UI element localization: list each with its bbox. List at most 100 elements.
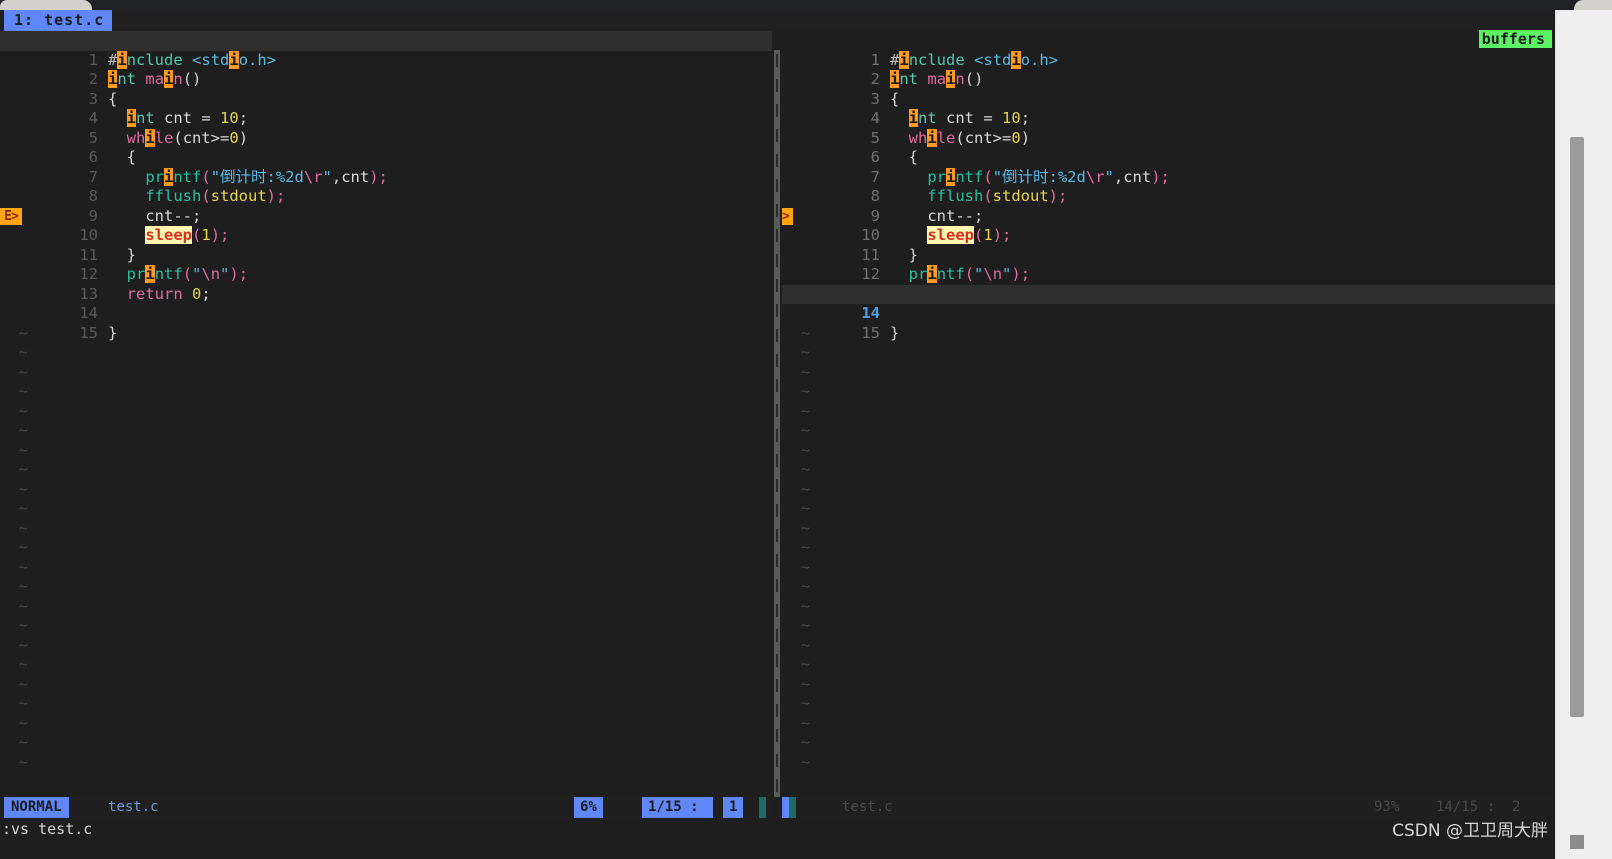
empty-line-marker: ~ (782, 636, 1556, 656)
empty-line-marker: ~ (0, 733, 772, 753)
code-line[interactable]: 7 printf("倒计时:%2d\r",cnt); (0, 148, 772, 186)
empty-line-marker: ~ (782, 753, 1556, 773)
empty-line-marker: ~ (0, 655, 772, 675)
code-line[interactable]: 5 while(cnt>=0) (782, 109, 1556, 147)
tilde-glyph: ~ (800, 557, 810, 576)
editor-pane-left[interactable]: 1 #include <stdio.h> 2 int main() 3{ 4 int… (0, 31, 772, 797)
statusline-percent: 93% (1374, 799, 1400, 815)
code-line[interactable]: E>10 sleep(1); (0, 207, 772, 244)
statusline-column: 2 (1512, 799, 1521, 815)
divider-dash (776, 704, 778, 717)
code-line[interactable]: 1 #include <stdio.h> (782, 31, 1556, 69)
code-line[interactable]: 5 while(cnt>=0) (0, 109, 772, 147)
split-divider[interactable] (772, 50, 782, 797)
empty-line-marker: ~ (782, 324, 1556, 344)
tilde-glyph: ~ (800, 421, 810, 439)
tilde-glyph: ~ (18, 655, 28, 673)
statusline-position: 1/15 : (642, 797, 714, 818)
error-sign-icon[interactable]: E> (782, 207, 793, 225)
page-scrollbar[interactable] (1555, 10, 1612, 859)
tilde-glyph: ~ (18, 343, 28, 361)
code-line[interactable]: 9 cnt--; (782, 187, 1556, 225)
code-line[interactable]: E>10 sleep(1); (782, 207, 1556, 244)
empty-line-marker: ~ (0, 577, 772, 597)
empty-line-marker: ~ (782, 694, 1556, 714)
code-line[interactable]: 11 } (782, 226, 1556, 264)
empty-line-marker: ~ (782, 402, 1556, 422)
empty-line-marker: ~ (782, 480, 1556, 500)
tilde-glyph: ~ (800, 616, 810, 634)
code-line[interactable]: 6 { (782, 129, 1556, 166)
command-line[interactable]: :vs test.c (0, 818, 1556, 840)
code-line[interactable]: 4 int cnt = 10; (782, 90, 1556, 127)
code-line[interactable]: 6 { (0, 129, 772, 166)
divider-dash (776, 254, 778, 267)
tilde-glyph: ~ (800, 694, 810, 712)
empty-line-marker: ~ (782, 655, 1556, 675)
empty-line-marker: ~ (782, 577, 1556, 597)
code-line[interactable]: 12 printf("\n"); (782, 246, 1556, 283)
tilde-glyph: ~ (18, 499, 28, 517)
tilde-glyph: ~ (800, 343, 810, 361)
divider-dash (776, 454, 778, 467)
mode-indicator: NORMAL (4, 797, 69, 818)
code-line[interactable]: 13 return 0; (0, 265, 772, 303)
tilde-glyph: ~ (800, 382, 810, 400)
tilde-glyph: ~ (800, 733, 810, 751)
empty-line-marker: ~ (782, 714, 1556, 734)
empty-line-marker: ~ (0, 460, 772, 480)
statusline-left-cap (782, 797, 789, 818)
empty-line-marker: ~ (0, 753, 772, 773)
buffers-indicator[interactable]: buffers (1425, 11, 1552, 48)
error-sign-icon[interactable]: E> (0, 207, 22, 225)
code-line[interactable]: 9 cnt--; (0, 187, 772, 225)
tilde-glyph: ~ (800, 362, 810, 381)
tilde-glyph: ~ (18, 635, 28, 654)
code-line[interactable]: 14 (0, 285, 772, 322)
page-scrollbar-thumb[interactable] (1570, 137, 1584, 717)
code-line[interactable]: 15} (0, 304, 772, 342)
cursor-line[interactable]: 14 (782, 284, 1556, 322)
statusline-end-cap (759, 797, 766, 818)
divider-dash (776, 404, 778, 417)
tilde-glyph: ~ (18, 616, 28, 634)
code-line[interactable]: 4 int cnt = 10; (0, 90, 772, 127)
code-line[interactable]: 3{ (0, 70, 772, 108)
vim-editor-window: 1: test.c buffers 1 #include <stdio.h> 2i… (0, 10, 1556, 859)
empty-line-marker: ~ (0, 597, 772, 617)
tilde-glyph: ~ (18, 401, 28, 420)
code-line[interactable]: 2 int main() (782, 51, 1556, 88)
empty-line-marker: ~ (782, 382, 1556, 402)
statusline-column: 1 (723, 797, 744, 818)
code-line[interactable]: 2 int main() (0, 51, 772, 88)
tab-test-c[interactable]: 1: test.c (4, 10, 113, 31)
statusline-filename: test.c (108, 799, 159, 815)
code-line[interactable]: 7 printf("倒计时:%2d\r",cnt); (782, 148, 1556, 186)
statusline-left-cap-2 (789, 797, 796, 818)
editor-pane-right[interactable]: 1 #include <stdio.h> 2 int main() 3{ 4 int… (782, 31, 1556, 797)
code-line[interactable]: 12 printf("\n"); (0, 246, 772, 283)
code-line[interactable]: 1 #include <stdio.h> (0, 31, 772, 69)
code-line[interactable]: 8 fflush(stdout); (782, 168, 1556, 205)
tilde-glyph: ~ (18, 323, 28, 342)
divider-dash (776, 304, 778, 317)
empty-line-marker: ~ (0, 421, 772, 441)
page-scrollbar-down-button[interactable] (1570, 835, 1584, 849)
tilde-glyph: ~ (18, 713, 28, 732)
divider-dash (776, 679, 778, 692)
code-line[interactable]: 11 } (0, 226, 772, 264)
statusline-position: 14/15 : (1436, 799, 1504, 815)
statusline-filename: test.c (842, 799, 893, 815)
divider-dash (776, 104, 778, 117)
tilde-glyph: ~ (18, 518, 28, 537)
empty-line-marker: ~ (0, 636, 772, 656)
code-line[interactable]: 13 return 0; (782, 265, 1556, 303)
code-line[interactable]: 3{ (782, 70, 1556, 108)
tilde-glyph: ~ (18, 440, 28, 459)
empty-line-marker: ~ (782, 616, 1556, 636)
divider-dash (776, 754, 778, 767)
statusline-right: test.c c 93% 14/15 : 2 (782, 797, 1556, 818)
empty-line-marker: ~ (0, 558, 772, 578)
code-line[interactable]: 8 fflush(stdout); (0, 168, 772, 205)
code-line[interactable]: 15} (782, 304, 1556, 342)
